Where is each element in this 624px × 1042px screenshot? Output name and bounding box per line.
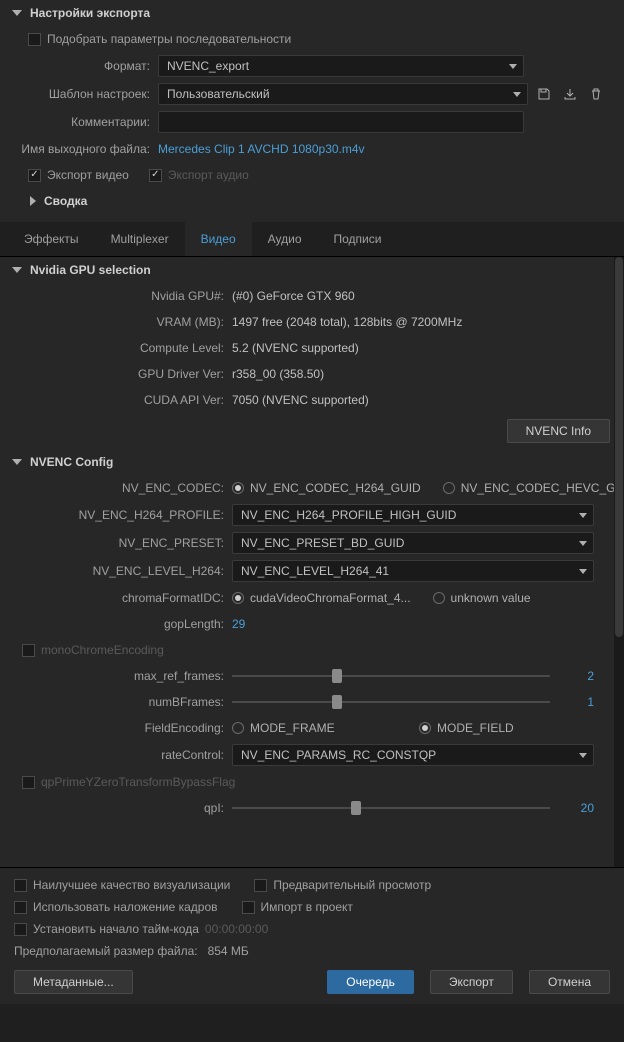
preset-dropdown[interactable]: Пользовательский	[158, 83, 528, 105]
codec-label: NV_ENC_CODEC:	[0, 481, 232, 495]
qp-flag-label: qpPrimeYZeroTransformBypassFlag	[41, 775, 235, 789]
tab-effects[interactable]: Эффекты	[8, 222, 95, 256]
metadata-button[interactable]: Метаданные...	[14, 970, 133, 994]
export-video-checkbox[interactable]	[28, 169, 41, 182]
field-label: FieldEncoding:	[0, 721, 232, 735]
best-quality-checkbox[interactable]	[14, 879, 27, 892]
profile-dropdown[interactable]: NV_ENC_H264_PROFILE_HIGH_GUID	[232, 504, 594, 526]
gpu-num-value: (#0) GeForce GTX 960	[232, 289, 355, 303]
rate-dropdown[interactable]: NV_ENC_PARAMS_RC_CONSTQP	[232, 744, 594, 766]
level-dropdown[interactable]: NV_ENC_LEVEL_H264_41	[232, 560, 594, 582]
export-audio-label: Экспорт аудио	[168, 168, 249, 182]
export-settings-title: Настройки экспорта	[30, 6, 150, 20]
summary-title: Сводка	[44, 194, 87, 208]
compute-label: Compute Level:	[0, 341, 232, 355]
chroma-label: chromaFormatIDC:	[0, 591, 232, 605]
tab-multiplexer[interactable]: Multiplexer	[95, 222, 185, 256]
tab-audio[interactable]: Аудио	[252, 222, 318, 256]
export-video-label: Экспорт видео	[47, 168, 129, 182]
field-frame-radio[interactable]: MODE_FRAME	[232, 721, 397, 735]
tab-video[interactable]: Видео	[185, 222, 252, 256]
profile-label: NV_ENC_H264_PROFILE:	[0, 508, 232, 522]
monochrome-label: monoChromeEncoding	[41, 643, 164, 657]
comments-label: Комментарии:	[0, 115, 158, 129]
driver-label: GPU Driver Ver:	[0, 367, 232, 381]
export-audio-checkbox[interactable]	[149, 169, 162, 182]
vram-value: 1497 free (2048 total), 128bits @ 7200MH…	[232, 315, 462, 329]
chroma-opt1-radio[interactable]: cudaVideoChromaFormat_4...	[232, 591, 411, 605]
nvenc-info-button[interactable]: NVENC Info	[507, 419, 610, 443]
level-label: NV_ENC_LEVEL_H264:	[0, 564, 232, 578]
tabbar: Эффекты Multiplexer Видео Аудио Подписи	[0, 222, 624, 257]
import-label: Импорт в проект	[261, 900, 353, 914]
chevron-down-icon	[12, 267, 22, 273]
chevron-down-icon	[12, 459, 22, 465]
filesize-value: 854 МБ	[208, 944, 249, 958]
comments-input[interactable]	[158, 111, 524, 133]
import-checkbox[interactable]	[242, 901, 255, 914]
cancel-button[interactable]: Отмена	[529, 970, 610, 994]
queue-button[interactable]: Очередь	[327, 970, 414, 994]
import-preset-icon[interactable]	[560, 84, 580, 104]
timecode-label: Установить начало тайм-кода	[33, 922, 199, 936]
qpi-slider[interactable]	[232, 799, 550, 817]
overlay-label: Использовать наложение кадров	[33, 900, 218, 914]
match-sequence-label: Подобрать параметры последовательности	[47, 32, 291, 46]
best-quality-label: Наилучшее качество визуализации	[33, 878, 230, 892]
gpu-num-label: Nvidia GPU#:	[0, 289, 232, 303]
qpi-value[interactable]: 20	[564, 801, 594, 815]
summary-header[interactable]: Сводка	[0, 188, 624, 214]
maxref-slider[interactable]	[232, 667, 550, 685]
nvenc-section-header[interactable]: NVENC Config	[0, 449, 624, 475]
numb-slider[interactable]	[232, 693, 550, 711]
preview-checkbox[interactable]	[254, 879, 267, 892]
save-preset-icon[interactable]	[534, 84, 554, 104]
cuda-label: CUDA API Ver:	[0, 393, 232, 407]
nvenc-section-title: NVENC Config	[30, 455, 113, 469]
monochrome-checkbox[interactable]	[22, 644, 35, 657]
numb-value[interactable]: 1	[564, 695, 594, 709]
export-button[interactable]: Экспорт	[430, 970, 513, 994]
gpu-section-header[interactable]: Nvidia GPU selection	[0, 257, 624, 283]
qp-flag-checkbox[interactable]	[22, 776, 35, 789]
output-label: Имя выходного файла:	[0, 142, 158, 156]
preset-label: Шаблон настроек:	[0, 87, 158, 101]
maxref-label: max_ref_frames:	[0, 669, 232, 683]
nv-preset-dropdown[interactable]: NV_ENC_PRESET_BD_GUID	[232, 532, 594, 554]
nv-preset-label: NV_ENC_PRESET:	[0, 536, 232, 550]
codec-hevc-radio[interactable]: NV_ENC_CODEC_HEVC_GUID	[443, 481, 624, 495]
codec-h264-radio[interactable]: NV_ENC_CODEC_H264_GUID	[232, 481, 421, 495]
chevron-right-icon	[30, 196, 36, 206]
filesize-label: Предполагаемый размер файла:	[14, 944, 198, 958]
field-field-radio[interactable]: MODE_FIELD	[419, 721, 514, 735]
maxref-value[interactable]: 2	[564, 669, 594, 683]
match-sequence-checkbox[interactable]	[28, 33, 41, 46]
output-file-link[interactable]: Mercedes Clip 1 AVCHD 1080p30.m4v	[158, 142, 365, 156]
tab-captions[interactable]: Подписи	[318, 222, 398, 256]
compute-value: 5.2 (NVENC supported)	[232, 341, 359, 355]
cuda-value: 7050 (NVENC supported)	[232, 393, 369, 407]
chevron-down-icon	[12, 10, 22, 16]
scrollbar[interactable]	[614, 257, 624, 867]
rate-label: rateControl:	[0, 748, 232, 762]
timecode-checkbox[interactable]	[14, 923, 27, 936]
chroma-opt2-radio[interactable]: unknown value	[433, 591, 531, 605]
vram-label: VRAM (MB):	[0, 315, 232, 329]
timecode-value: 00:00:00:00	[205, 922, 268, 936]
preview-label: Предварительный просмотр	[273, 878, 431, 892]
gpu-section-title: Nvidia GPU selection	[30, 263, 151, 277]
format-dropdown[interactable]: NVENC_export	[158, 55, 524, 77]
qpi-label: qpI:	[0, 801, 232, 815]
driver-value: r358_00 (358.50)	[232, 367, 324, 381]
gop-value[interactable]: 29	[232, 617, 245, 631]
numb-label: numBFrames:	[0, 695, 232, 709]
delete-preset-icon[interactable]	[586, 84, 606, 104]
overlay-checkbox[interactable]	[14, 901, 27, 914]
gop-label: gopLength:	[0, 617, 232, 631]
format-label: Формат:	[0, 59, 158, 73]
export-settings-header[interactable]: Настройки экспорта	[0, 0, 624, 26]
